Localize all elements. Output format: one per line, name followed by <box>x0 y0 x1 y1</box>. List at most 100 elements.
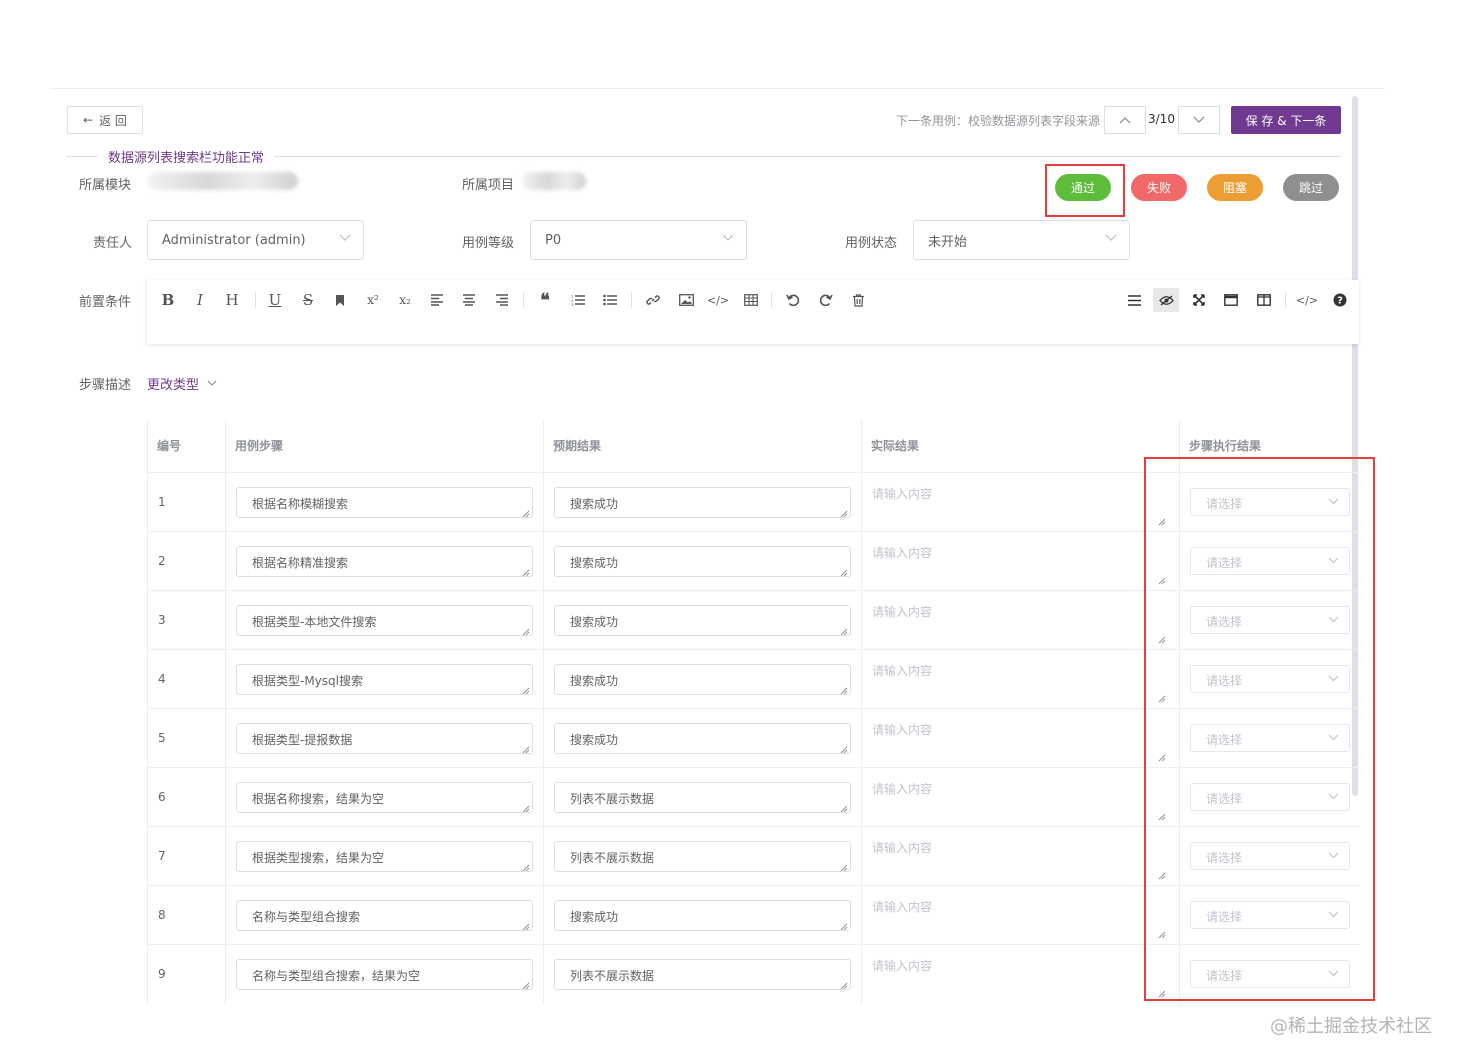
step-textarea[interactable]: 根据类型-Mysql搜索 <box>236 664 533 695</box>
resize-handle-icon[interactable] <box>522 920 530 930</box>
quote-icon[interactable]: ❝ <box>532 288 558 312</box>
expected-textarea[interactable]: 搜索成功 <box>554 900 851 931</box>
ordered-list-icon[interactable]: 123 <box>565 288 591 312</box>
expected-textarea[interactable]: 搜索成功 <box>554 605 851 636</box>
expected-text: 搜索成功 <box>570 497 619 511</box>
actual-result-input[interactable]: 请输入内容 <box>872 721 932 738</box>
expected-textarea[interactable]: 列表不展示数据 <box>554 841 851 872</box>
step-number: 6 <box>158 790 166 804</box>
resize-handle-icon[interactable] <box>522 979 530 989</box>
split-icon[interactable] <box>1251 288 1277 312</box>
step-textarea[interactable]: 名称与类型组合搜索 <box>236 900 533 931</box>
resize-handle-icon[interactable] <box>840 920 848 930</box>
resize-handle-icon[interactable] <box>840 802 848 812</box>
step-textarea[interactable]: 根据名称模糊搜索 <box>236 487 533 518</box>
prev-case-button[interactable] <box>1104 106 1146 134</box>
resize-handle-icon[interactable] <box>522 507 530 517</box>
resize-handle-icon[interactable] <box>840 979 848 989</box>
preview-icon[interactable] <box>1153 288 1179 312</box>
resize-handle-icon[interactable] <box>522 684 530 694</box>
next-case-button[interactable] <box>1178 106 1220 134</box>
table-icon[interactable] <box>738 288 764 312</box>
expected-textarea[interactable]: 列表不展示数据 <box>554 782 851 813</box>
subscript-icon[interactable]: x₂ <box>392 288 418 312</box>
bookmark-icon[interactable] <box>327 288 353 312</box>
expected-textarea[interactable]: 列表不展示数据 <box>554 959 851 990</box>
heading-icon[interactable]: H <box>219 288 245 312</box>
code-icon[interactable]: </> <box>705 288 731 312</box>
menu-icon[interactable] <box>1121 288 1147 312</box>
step-textarea[interactable]: 根据名称搜索，结果为空 <box>236 782 533 813</box>
resize-handle-icon[interactable] <box>840 743 848 753</box>
undo-icon[interactable] <box>780 288 806 312</box>
back-label: 返 回 <box>99 113 127 128</box>
step-textarea[interactable]: 根据类型-本地文件搜索 <box>236 605 533 636</box>
resize-handle-icon[interactable] <box>840 625 848 635</box>
align-right-icon[interactable] <box>489 288 515 312</box>
help-icon[interactable]: ? <box>1327 288 1353 312</box>
block-button[interactable]: 阻塞 <box>1207 174 1263 201</box>
actual-result-input[interactable]: 请输入内容 <box>872 780 932 797</box>
owner-select[interactable]: Administrator (admin) <box>147 220 364 260</box>
align-left-icon[interactable] <box>424 288 450 312</box>
html-code-icon[interactable]: </> <box>1294 288 1320 312</box>
expected-textarea[interactable]: 搜索成功 <box>554 487 851 518</box>
underline-icon[interactable]: U <box>262 288 288 312</box>
back-button[interactable]: ← 返 回 <box>67 106 143 134</box>
chevron-down-icon <box>722 234 734 241</box>
bold-icon[interactable]: B <box>155 288 181 312</box>
link-icon[interactable] <box>640 288 666 312</box>
resize-handle-icon[interactable] <box>522 566 530 576</box>
resize-handle-icon[interactable] <box>522 625 530 635</box>
fail-button[interactable]: 失败 <box>1131 174 1187 201</box>
resize-handle-icon[interactable] <box>522 802 530 812</box>
resize-handle-icon[interactable] <box>522 861 530 871</box>
actual-result-input[interactable]: 请输入内容 <box>872 898 932 915</box>
step-textarea[interactable]: 根据类型-提报数据 <box>236 723 533 754</box>
pass-button[interactable]: 通过 <box>1055 174 1111 201</box>
expected-text: 搜索成功 <box>570 733 619 747</box>
next-case-info: 下一条用例：校验数据源列表字段来源 <box>895 114 1100 128</box>
expected-textarea[interactable]: 搜索成功 <box>554 664 851 695</box>
actual-result-input[interactable]: 请输入内容 <box>872 485 932 502</box>
case-title: 数据源列表搜索栏功能正常 <box>98 147 275 166</box>
expected-textarea[interactable]: 搜索成功 <box>554 546 851 577</box>
actual-result-input[interactable]: 请输入内容 <box>872 662 932 679</box>
strikethrough-icon[interactable]: S <box>295 288 321 312</box>
actual-result-input[interactable]: 请输入内容 <box>872 839 932 856</box>
project-value-redacted <box>522 172 586 190</box>
actual-result-input[interactable]: 请输入内容 <box>872 957 932 974</box>
resize-handle-icon[interactable] <box>522 743 530 753</box>
skip-button[interactable]: 跳过 <box>1283 174 1339 201</box>
redo-icon[interactable] <box>813 288 839 312</box>
change-type-dropdown[interactable]: 更改类型 <box>147 374 217 393</box>
align-center-icon[interactable] <box>456 288 482 312</box>
trash-icon[interactable] <box>845 288 871 312</box>
window-icon[interactable] <box>1218 288 1244 312</box>
resize-handle-icon[interactable] <box>840 566 848 576</box>
superscript-icon[interactable]: x² <box>360 288 386 312</box>
expected-textarea[interactable]: 搜索成功 <box>554 723 851 754</box>
status-select[interactable]: 未开始 <box>913 220 1130 260</box>
resize-handle-icon[interactable] <box>840 507 848 517</box>
step-textarea[interactable]: 名称与类型组合搜索，结果为空 <box>236 959 533 990</box>
step-text: 名称与类型组合搜索，结果为空 <box>252 969 421 983</box>
chevron-down-icon <box>207 380 217 386</box>
image-icon[interactable] <box>673 288 699 312</box>
step-textarea[interactable]: 根据名称精准搜索 <box>236 546 533 577</box>
resize-handle-icon[interactable] <box>840 684 848 694</box>
step-textarea[interactable]: 根据类型搜索，结果为空 <box>236 841 533 872</box>
markdown-editor[interactable]: B I H U S x² x₂ ❝ 123 </> </> ? <box>147 280 1359 344</box>
expected-text: 列表不展示数据 <box>570 969 655 983</box>
level-select[interactable]: P0 <box>530 220 747 260</box>
actual-result-input[interactable]: 请输入内容 <box>872 544 932 561</box>
save-and-next-button[interactable]: 保 存 & 下一条 <box>1231 106 1341 134</box>
expected-text: 搜索成功 <box>570 556 619 570</box>
actual-result-input[interactable]: 请输入内容 <box>872 603 932 620</box>
step-text: 根据名称搜索，结果为空 <box>252 792 385 806</box>
resize-handle-icon[interactable] <box>840 861 848 871</box>
fullscreen-icon[interactable] <box>1186 288 1212 312</box>
arrow-left-icon: ← <box>83 113 94 127</box>
italic-icon[interactable]: I <box>187 288 213 312</box>
unordered-list-icon[interactable] <box>597 288 623 312</box>
